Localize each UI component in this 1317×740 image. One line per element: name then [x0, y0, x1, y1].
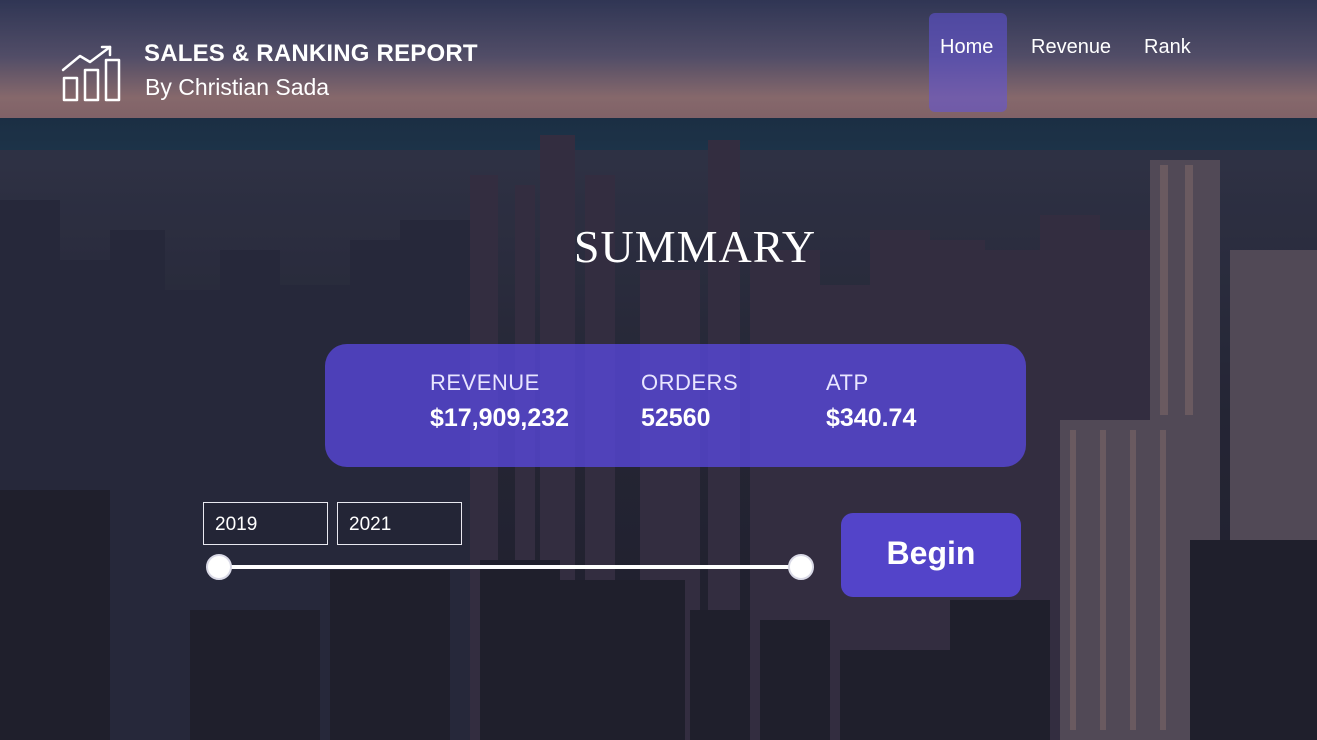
- slider-start-handle[interactable]: [206, 554, 232, 580]
- kpi-atp-label: ATP: [826, 370, 869, 395]
- summary-heading: SUMMARY: [573, 221, 817, 272]
- kpi-orders-label: ORDERS: [641, 370, 739, 395]
- kpi-revenue-value: $17,909,232: [430, 404, 570, 432]
- year-range-slider-track[interactable]: [219, 565, 801, 569]
- nav-revenue[interactable]: Revenue: [1031, 36, 1111, 59]
- bar-chart-growth-icon: [61, 45, 121, 102]
- end-year-input[interactable]: 2021: [337, 502, 462, 545]
- nav-rank[interactable]: Rank: [1144, 36, 1191, 59]
- kpi-revenue-label: REVENUE: [430, 370, 540, 395]
- kpi-atp-value: $340.74: [826, 404, 917, 432]
- start-year-input[interactable]: 2019: [203, 502, 328, 545]
- nav-active-highlight: [929, 13, 1007, 112]
- report-subtitle: By Christian Sada: [145, 74, 330, 100]
- kpi-card: REVENUE $17,909,232 ORDERS 52560 ATP $34…: [325, 344, 1026, 467]
- slider-end-handle[interactable]: [788, 554, 814, 580]
- kpi-orders: ORDERS 52560: [641, 370, 738, 433]
- kpi-atp: ATP $340.74: [826, 370, 916, 433]
- begin-button[interactable]: Begin: [841, 513, 1021, 597]
- nav-home[interactable]: Home: [940, 36, 993, 59]
- kpi-orders-value: 52560: [641, 404, 711, 432]
- report-title: SALES & RANKING REPORT: [144, 40, 478, 67]
- kpi-revenue: REVENUE $17,909,232: [430, 370, 569, 433]
